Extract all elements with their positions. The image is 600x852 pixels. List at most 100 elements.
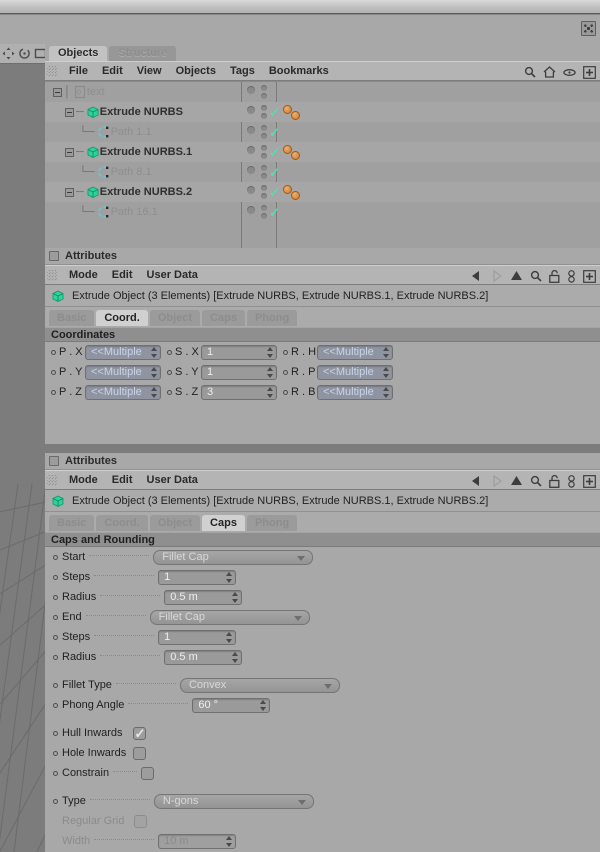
lock-icon[interactable]	[549, 474, 560, 488]
enabled-check-icon[interactable]: ✓	[269, 186, 280, 199]
coord-field-sx[interactable]: 1	[201, 344, 277, 360]
end-radius-input[interactable]: 0.5 m	[164, 649, 243, 665]
spinner-icon[interactable]	[225, 571, 233, 583]
menu-edit[interactable]: Edit	[105, 470, 140, 490]
tab-basic[interactable]: Basic	[49, 310, 95, 326]
start-radius-input[interactable]: 0.5 m	[164, 589, 243, 605]
spinner-icon[interactable]	[225, 835, 233, 847]
search-icon[interactable]	[524, 66, 536, 78]
type-dropdown[interactable]: N-gons	[153, 793, 314, 809]
menu-grip-icon[interactable]	[47, 65, 58, 77]
table-row[interactable]: ─ Extrude NURBS ✓	[45, 102, 600, 122]
plus-icon[interactable]	[583, 269, 596, 283]
object-manager-tabs[interactable]: Objects Structure	[45, 44, 600, 61]
menu-grip-icon[interactable]	[47, 269, 58, 281]
attributes-menubar[interactable]: Mode Edit User Data	[45, 265, 600, 285]
link-icon[interactable]	[567, 474, 576, 488]
tab-caps[interactable]: Caps	[202, 310, 245, 326]
back-arrow-icon[interactable]	[470, 270, 483, 282]
forward-arrow-icon[interactable]	[490, 270, 503, 282]
spinner-icon[interactable]	[266, 346, 274, 358]
tab-caps[interactable]: Caps	[202, 515, 245, 531]
table-row[interactable]: ─ Extrude NURBS.2 ✓	[45, 182, 600, 202]
coord-field-rh[interactable]: <<Multiple	[317, 344, 393, 360]
menu-tags[interactable]: Tags	[223, 61, 262, 81]
coord-field-sz[interactable]: 3	[201, 384, 277, 400]
table-row[interactable]: │ 0 text	[45, 82, 600, 102]
attributes-type-tabs[interactable]: Basic Coord. Object Caps Phong	[45, 512, 600, 532]
attributes-type-tabs[interactable]: Basic Coord. Object Caps Phong	[45, 307, 600, 327]
constrain-checkbox[interactable]	[141, 766, 155, 780]
menu-grip-icon[interactable]	[47, 474, 58, 486]
spinner-icon[interactable]	[150, 366, 158, 378]
menu-file[interactable]: File	[62, 61, 95, 81]
search-icon[interactable]	[530, 475, 542, 487]
end-cap-dropdown[interactable]: Fillet Cap	[149, 609, 310, 625]
spinner-icon[interactable]	[150, 386, 158, 398]
fillet-type-dropdown[interactable]: Convex	[179, 677, 340, 693]
panel-checkbox[interactable]	[49, 456, 59, 466]
tab-objects[interactable]: Objects	[49, 46, 108, 61]
expander-icon[interactable]	[65, 107, 74, 117]
tag-icon[interactable]	[291, 111, 300, 120]
tab-coord[interactable]: Coord.	[96, 310, 148, 326]
spinner-icon[interactable]	[266, 386, 274, 398]
plus-icon[interactable]	[583, 65, 596, 79]
phong-angle-input[interactable]: 60 °	[192, 697, 271, 713]
spinner-icon[interactable]	[225, 631, 233, 643]
start-steps-input[interactable]: 1	[158, 569, 237, 585]
tab-phong[interactable]: Phong	[246, 515, 298, 531]
menu-user-data[interactable]: User Data	[140, 265, 205, 285]
tab-object[interactable]: Object	[149, 310, 201, 326]
coord-field-py[interactable]: <<Multiple	[85, 364, 161, 380]
coord-field-pz[interactable]: <<Multiple	[85, 384, 161, 400]
tag-icon[interactable]	[291, 151, 300, 160]
object-manager-menubar[interactable]: File Edit View Objects Tags Bookmarks	[45, 61, 600, 81]
up-arrow-icon[interactable]	[510, 270, 523, 282]
menu-mode[interactable]: Mode	[62, 470, 105, 490]
table-row[interactable]: └─ Path 8.1 ✓	[45, 162, 600, 182]
enabled-check-icon[interactable]: ✓	[269, 166, 280, 179]
menu-user-data[interactable]: User Data	[140, 470, 205, 490]
coord-field-rb[interactable]: <<Multiple	[317, 384, 393, 400]
tab-coord[interactable]: Coord.	[96, 515, 148, 531]
enabled-check-icon[interactable]: ✓	[269, 146, 280, 159]
rotate-tool-icon[interactable]	[18, 47, 31, 60]
coord-field-px[interactable]: <<Multiple	[85, 344, 161, 360]
viewport-toolbar[interactable]	[0, 44, 47, 64]
tab-basic[interactable]: Basic	[49, 515, 95, 531]
regular-grid-checkbox[interactable]	[134, 814, 148, 828]
expander-icon[interactable]	[65, 187, 74, 197]
spinner-icon[interactable]	[382, 346, 390, 358]
tab-phong[interactable]: Phong	[246, 310, 298, 326]
hole-inwards-checkbox[interactable]	[133, 746, 147, 760]
object-tree[interactable]: │ 0 text ─ Extrude NURBS ✓ └─ Path 1.1 ✓…	[45, 81, 600, 248]
spinner-icon[interactable]	[266, 366, 274, 378]
search-icon[interactable]	[530, 270, 542, 282]
home-icon[interactable]	[543, 66, 556, 78]
spinner-icon[interactable]	[259, 699, 267, 711]
spinner-icon[interactable]	[150, 346, 158, 358]
table-row[interactable]: ─ Extrude NURBS.1 ✓	[45, 142, 600, 162]
spinner-icon[interactable]	[382, 386, 390, 398]
panel-checkbox[interactable]	[49, 251, 59, 261]
coord-field-sy[interactable]: 1	[201, 364, 277, 380]
menu-edit[interactable]: Edit	[105, 265, 140, 285]
layout-grid-icon[interactable]	[581, 21, 596, 36]
spinner-icon[interactable]	[231, 591, 239, 603]
end-steps-input[interactable]: 1	[158, 629, 237, 645]
link-icon[interactable]	[567, 269, 576, 283]
tab-object[interactable]: Object	[149, 515, 201, 531]
hull-inwards-checkbox[interactable]	[132, 726, 146, 742]
spinner-icon[interactable]	[231, 651, 239, 663]
start-cap-dropdown[interactable]: Fillet Cap	[153, 549, 314, 565]
plus-icon[interactable]	[583, 474, 596, 488]
forward-arrow-icon[interactable]	[490, 475, 503, 487]
menu-view[interactable]: View	[130, 61, 169, 81]
menu-mode[interactable]: Mode	[62, 265, 105, 285]
up-arrow-icon[interactable]	[510, 475, 523, 487]
coord-field-rp[interactable]: <<Multiple	[317, 364, 393, 380]
move-tool-icon[interactable]	[2, 47, 15, 60]
back-arrow-icon[interactable]	[470, 475, 483, 487]
expander-icon[interactable]	[53, 87, 62, 97]
